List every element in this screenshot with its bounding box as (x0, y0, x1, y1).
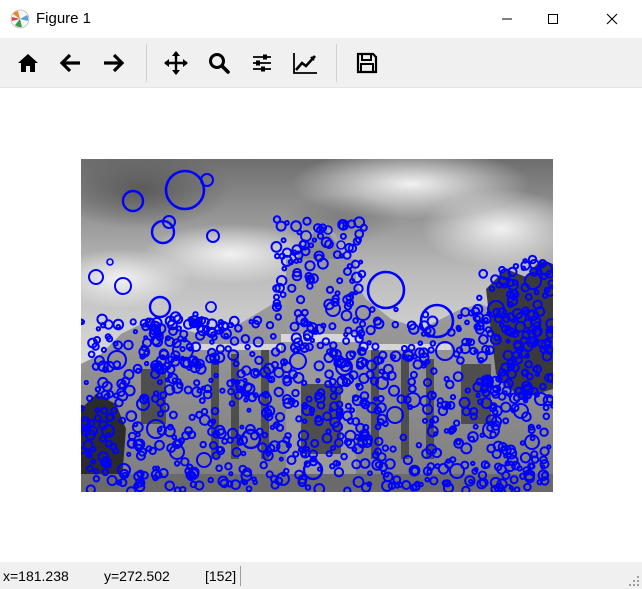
home-button[interactable] (13, 48, 43, 78)
minimize-icon (502, 18, 512, 20)
back-button[interactable] (56, 48, 86, 78)
home-icon (18, 54, 38, 72)
maximize-icon (548, 14, 558, 24)
zoom-button[interactable] (204, 48, 234, 78)
cursor-x-readout: x=181.238 (3, 568, 69, 584)
pan-button[interactable] (161, 48, 191, 78)
minimize-button[interactable] (484, 0, 530, 38)
toolbar-separator (146, 44, 147, 82)
matplotlib-app-icon (10, 9, 30, 29)
close-button[interactable] (589, 0, 635, 38)
pan-icon (164, 51, 188, 75)
edit-axis-button[interactable] (290, 48, 320, 78)
zoom-icon (209, 53, 230, 74)
cursor-y-readout: y=272.502 (104, 568, 170, 584)
toolbar-separator (336, 44, 337, 82)
maximize-button[interactable] (530, 0, 576, 38)
figure-window: Figure 1 x=181.238 y=272.502 [152] (0, 0, 642, 589)
back-arrow-icon (59, 53, 80, 73)
subplots-button[interactable] (247, 48, 277, 78)
figure-canvas[interactable] (0, 88, 642, 562)
resize-grip-icon[interactable] (628, 575, 640, 587)
keypoints-image[interactable] (81, 159, 553, 492)
forward-button[interactable] (98, 48, 128, 78)
status-bar: x=181.238 y=272.502 [152] (0, 562, 642, 589)
close-icon (606, 13, 618, 25)
edit-axis-icon (293, 53, 317, 74)
subplots-icon (253, 54, 271, 72)
save-icon (356, 52, 378, 74)
forward-arrow-icon (104, 53, 125, 73)
pixel-value-readout: [152] (205, 568, 237, 584)
status-divider (240, 566, 241, 586)
navigation-toolbar (0, 38, 642, 88)
save-button[interactable] (352, 48, 382, 78)
title-bar: Figure 1 (0, 0, 642, 38)
window-title: Figure 1 (36, 10, 92, 27)
